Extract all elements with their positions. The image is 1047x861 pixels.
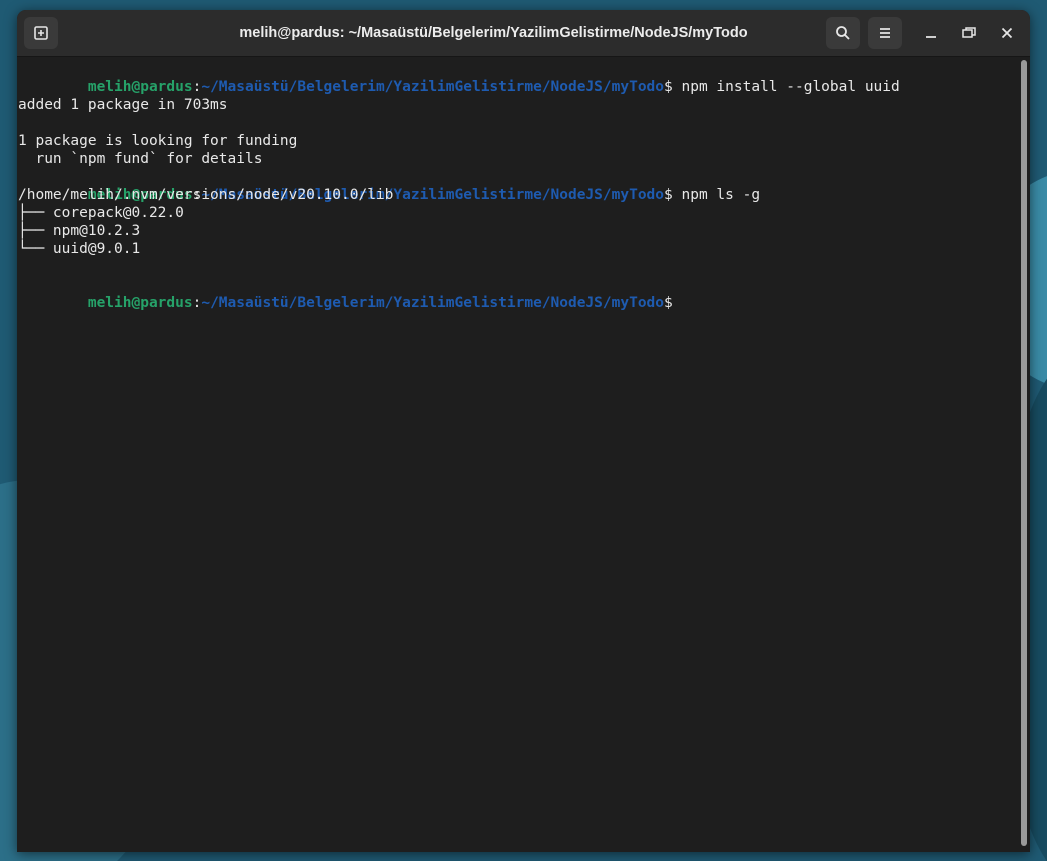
command-text: npm ls -g (672, 187, 761, 203)
hamburger-menu-icon (877, 25, 893, 41)
prompt-user: melih@pardus (87, 79, 193, 95)
output-line: run `npm fund` for details (18, 151, 263, 167)
output-line: added 1 package in 703ms (18, 97, 228, 113)
terminal-output[interactable]: melih@pardus:~/Masaüstü/Belgelerim/Yazil… (17, 57, 1017, 852)
restore-icon (961, 26, 977, 40)
tree-line: └── uuid@9.0.1 (18, 241, 141, 257)
close-icon (1000, 26, 1014, 40)
minimize-button[interactable] (919, 21, 943, 45)
prompt-symbol: $ (664, 79, 673, 95)
search-icon (835, 25, 851, 41)
scrollbar[interactable] (1021, 60, 1027, 846)
menu-button[interactable] (868, 17, 902, 49)
command-text: npm install --global uuid (672, 79, 900, 95)
new-tab-button[interactable] (24, 17, 58, 49)
tree-line: ├── npm@10.2.3 (18, 223, 141, 239)
prompt-user: melih@pardus (87, 295, 193, 311)
output-line: 1 package is looking for funding (18, 133, 298, 149)
close-button[interactable] (995, 21, 1019, 45)
prompt-symbol: $ (664, 295, 673, 311)
search-button[interactable] (826, 17, 860, 49)
new-tab-icon (33, 25, 49, 41)
tree-line: ├── corepack@0.22.0 (18, 205, 184, 221)
window-title: melih@pardus: ~/Masaüstü/Belgelerim/Yazi… (239, 25, 748, 41)
terminal-window: melih@pardus: ~/Masaüstü/Belgelerim/Yazi… (17, 10, 1030, 852)
prompt-line: melih@pardus:~/Masaüstü/Belgelerim/Yazil… (18, 60, 900, 95)
output-line: /home/melih/.nvm/versions/node/v20.10.0/… (18, 187, 394, 203)
prompt-path: ~/Masaüstü/Belgelerim/YazilimGelistirme/… (201, 295, 665, 311)
prompt-symbol: $ (664, 187, 673, 203)
minimize-icon (924, 26, 938, 40)
restore-button[interactable] (957, 21, 981, 45)
prompt-path: ~/Masaüstü/Belgelerim/YazilimGelistirme/… (201, 79, 665, 95)
desktop-background: melih@pardus: ~/Masaüstü/Belgelerim/Yazi… (0, 0, 1047, 861)
prompt-line: melih@pardus:~/Masaüstü/Belgelerim/Yazil… (18, 168, 760, 203)
prompt-line: melih@pardus:~/Masaüstü/Belgelerim/Yazil… (18, 276, 673, 311)
headerbar: melih@pardus: ~/Masaüstü/Belgelerim/Yazi… (17, 10, 1030, 57)
